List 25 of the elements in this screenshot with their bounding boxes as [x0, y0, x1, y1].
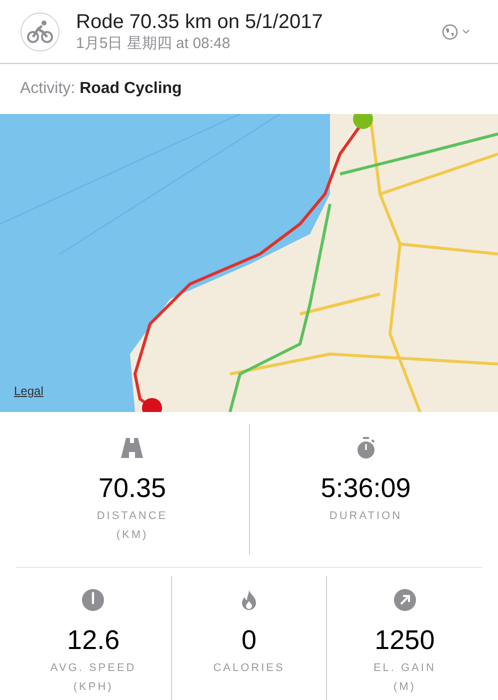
stat-unit: (KPH): [73, 680, 114, 694]
speedometer-icon: [82, 589, 104, 611]
legal-link[interactable]: Legal: [14, 382, 44, 400]
stat-label: CALORIES: [213, 661, 285, 676]
stat-value: 0: [241, 624, 257, 656]
workout-title: Rode 70.35 km on 5/1/2017: [76, 10, 324, 34]
flame-icon: [242, 590, 256, 610]
stat-unit: (M): [393, 680, 416, 694]
stat-value: 70.35: [98, 472, 166, 504]
share-menu-button[interactable]: [442, 24, 470, 40]
stopwatch-icon: [356, 437, 376, 459]
chevron-down-icon: [462, 29, 470, 34]
stat-label: DURATION: [329, 509, 402, 524]
stat-unit: (KM): [116, 528, 148, 542]
globe-icon: [442, 24, 458, 40]
stat-value: 12.6: [67, 624, 120, 656]
stat-label: EL. GAIN: [373, 661, 436, 676]
workout-date: 1月5日 星期四 at 08:48: [76, 34, 232, 54]
activity-type: Activity: Road Cycling: [20, 79, 182, 99]
cyclist-avatar-icon: [20, 12, 60, 52]
stat-label: AVG. SPEED: [50, 661, 136, 676]
road-icon: [121, 438, 144, 458]
stat-value: 5:36:09: [320, 472, 411, 504]
stat-value: 1250: [374, 624, 435, 656]
stat-label: DISTANCE: [96, 509, 168, 524]
